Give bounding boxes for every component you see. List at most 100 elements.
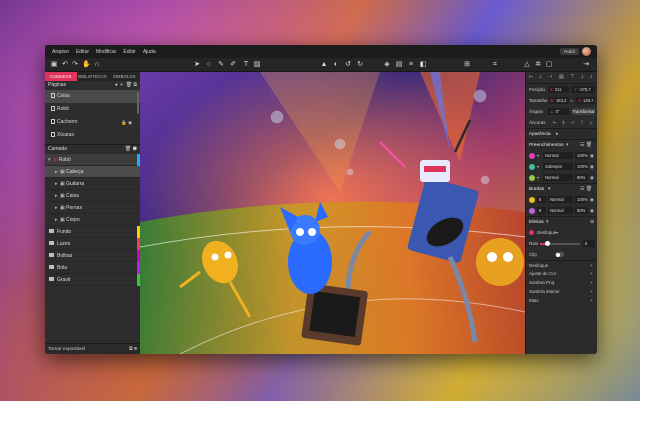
user-name-button[interactable]: Robô — [560, 48, 579, 55]
fill-swatch[interactable] — [529, 152, 535, 159]
align-bottom-icon[interactable]: ⊥ — [589, 72, 593, 83]
layer-row[interactable]: ▸ ▣ Caixa — [45, 190, 140, 202]
border-width-input[interactable]: 5 — [537, 196, 546, 203]
position-x-input[interactable]: X 311 — [548, 86, 569, 93]
save-icon[interactable]: ▣ — [50, 61, 58, 69]
clip-toggle[interactable] — [555, 252, 564, 257]
border-swatch[interactable] — [529, 207, 535, 214]
magnet-icon[interactable]: ∩ — [93, 61, 101, 69]
appearance-section[interactable]: Aparência ▸ — [526, 128, 597, 139]
image-tool-icon[interactable]: ▨ — [253, 61, 261, 69]
height-input[interactable]: H 126,7 — [576, 97, 595, 104]
arrange-icon[interactable]: ◧ — [419, 61, 427, 69]
align-icon[interactable]: ≡ — [407, 61, 415, 69]
effect-list-item[interactable]: Sombra Proj. + — [526, 278, 597, 287]
layer-actions[interactable]: 🗑 ⬢ — [125, 145, 137, 154]
undo-icon[interactable]: ↶ — [61, 61, 69, 69]
page-item[interactable]: Robô — [45, 103, 140, 116]
pointer-tool-icon[interactable]: ➤ — [193, 61, 201, 69]
frame-icon[interactable]: ▢ — [545, 61, 553, 69]
chevron-down-icon[interactable]: ▾ — [556, 227, 558, 238]
layer-row-folder[interactable]: Luzes — [45, 238, 140, 250]
tab-camadas[interactable]: CAMADAS — [45, 72, 77, 81]
layer-row[interactable]: ▸ ▣ Corpo — [45, 214, 140, 226]
plus-icon[interactable]: + — [590, 278, 593, 287]
make-exportable-link[interactable]: Tornar exportável — [48, 347, 85, 352]
triangle-icon[interactable]: △ — [523, 61, 531, 69]
hand-icon[interactable]: ✋ — [82, 61, 91, 69]
pencil-tool-icon[interactable]: ✐ — [229, 61, 237, 69]
menu-editar[interactable]: Editar — [76, 49, 89, 55]
eye-icon[interactable]: ◉ — [590, 161, 594, 172]
mask-icon[interactable]: ◐ — [332, 61, 340, 69]
border-swatch[interactable] — [529, 196, 535, 203]
rotate-left-icon[interactable]: ↺ — [344, 61, 352, 69]
angle-input[interactable]: ∠ 0° — [548, 108, 569, 115]
canvas[interactable] — [140, 72, 525, 354]
export-icon[interactable]: ⇥ — [582, 61, 590, 69]
lock-eye-icons[interactable]: 🔒 ◉ — [121, 116, 132, 129]
menu-modificar[interactable]: Modificar — [96, 49, 116, 55]
align-right-icon[interactable]: ⊣ — [548, 72, 552, 83]
fill-blend-select[interactable]: Normal — [543, 152, 573, 159]
group-icon[interactable]: ▤ — [395, 61, 403, 69]
fill-row[interactable]: ▾ Normal 100% ◉ — [526, 150, 597, 161]
shape-tool-icon[interactable]: ○ — [205, 61, 213, 69]
fill-swatch[interactable] — [529, 174, 535, 181]
text-tool-icon[interactable]: T — [242, 61, 250, 69]
chevron-down-icon[interactable]: ▾ — [537, 150, 539, 161]
export-actions[interactable]: ⧉ ⊕ — [129, 344, 137, 354]
chevron-down-icon[interactable]: ▾ — [537, 172, 539, 183]
plus-icon[interactable]: + — [590, 269, 593, 278]
effect-list-item[interactable]: Mais + — [526, 296, 597, 305]
layer-row-robo[interactable]: ▾ ◎ Robô — [45, 154, 140, 166]
layer-row[interactable]: ▸ ▣ Pernas — [45, 202, 140, 214]
align-center-icon[interactable]: ⊥ — [538, 72, 542, 83]
border-blend-select[interactable]: Normal — [548, 207, 573, 214]
menu-ajuda[interactable]: Ajuda — [143, 49, 156, 55]
anchor-bottom-icon[interactable]: ⊥ — [589, 117, 593, 128]
layer-row-folder[interactable]: Bolhas — [45, 250, 140, 262]
menu-arquivo[interactable]: Arquivo — [52, 49, 69, 55]
pen-tool-icon[interactable]: ✎ — [217, 61, 225, 69]
eye-icon[interactable]: ◉ — [590, 194, 594, 205]
border-blend-select[interactable]: Normal — [548, 196, 573, 203]
position-y-input[interactable]: Y -275,7 — [572, 86, 595, 93]
layer-row-folder[interactable]: Bola — [45, 262, 140, 274]
transform-button[interactable]: Transformar — [572, 108, 595, 115]
crop-icon[interactable]: ⌗ — [491, 61, 499, 69]
plus-icon[interactable]: + — [590, 296, 593, 305]
align-left-icon[interactable]: ⊢ — [529, 72, 533, 83]
fill-row[interactable]: ▾ Sobrepor 100% ◉ — [526, 161, 597, 172]
align-middle-icon[interactable]: ⊥ — [580, 72, 584, 83]
align-top-icon[interactable]: ⊤ — [570, 72, 574, 83]
layer-row[interactable]: ▸ ▣ Cabeça — [45, 166, 140, 178]
layer-row-folder[interactable]: Gravit — [45, 274, 140, 286]
border-opacity-input[interactable]: 100% — [575, 196, 588, 203]
width-input[interactable]: W 163,2 — [548, 97, 569, 104]
redo-icon[interactable]: ↷ — [71, 61, 79, 69]
eye-icon[interactable]: ◉ — [590, 150, 594, 161]
distribute-icon[interactable]: ▤ — [559, 72, 564, 83]
effect-list-item[interactable]: Ajuste de Cor + — [526, 269, 597, 278]
chevron-down-icon[interactable]: ▾ — [537, 161, 539, 172]
tab-simbolos[interactable]: SÍMBOLOS — [108, 72, 140, 81]
settings-icon[interactable]: ✲ — [534, 61, 542, 69]
rotate-right-icon[interactable]: ↻ — [356, 61, 364, 69]
fill-opacity-input[interactable]: 100% — [575, 152, 588, 159]
avatar[interactable] — [582, 47, 591, 56]
anchor-left-icon[interactable]: ⊢ — [553, 117, 557, 128]
boolean-union-icon[interactable]: ◈ — [383, 61, 391, 69]
fill-row[interactable]: ▾ Normal 80% ◉ — [526, 172, 597, 183]
page-item[interactable]: Cachorro 🔒 ◉ — [45, 116, 140, 129]
anchor-right-icon[interactable]: ⊣ — [570, 117, 574, 128]
radius-input[interactable]: 5 — [583, 240, 595, 247]
pages-scrollbar[interactable] — [137, 92, 139, 114]
tab-bibliotecas[interactable]: BIBLIOTECAS — [77, 72, 109, 81]
grid-icon[interactable]: ⊞ — [463, 61, 471, 69]
fill-blend-select[interactable]: Sobrepor — [543, 163, 573, 170]
border-row[interactable]: 5 Normal 100% ◉ — [526, 194, 597, 205]
menu-exibir[interactable]: Exibir — [123, 49, 136, 55]
fill-opacity-input[interactable]: 100% — [575, 163, 588, 170]
page-item[interactable]: Xícaras — [45, 129, 140, 142]
